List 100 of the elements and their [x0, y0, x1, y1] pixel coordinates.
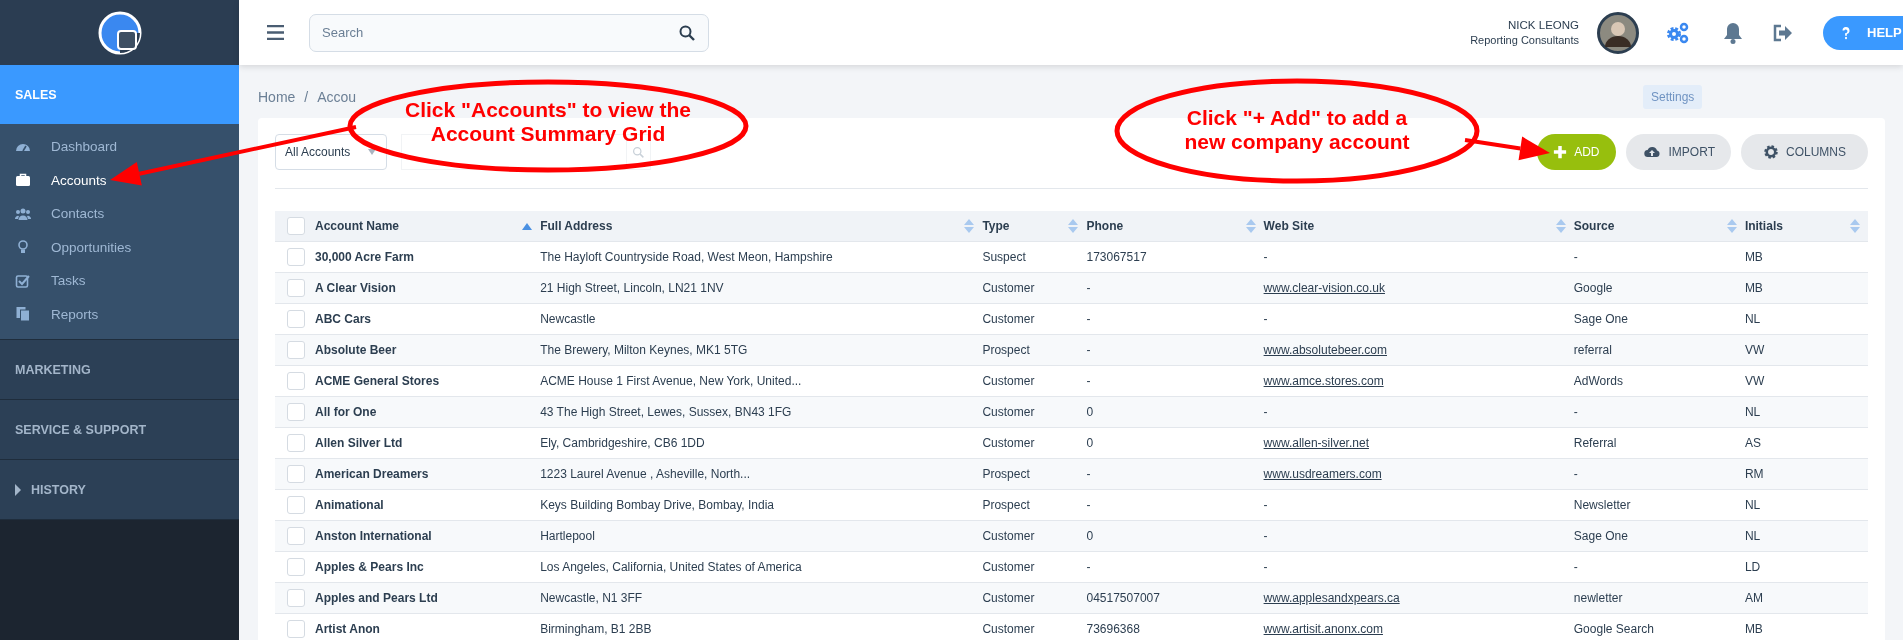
- table-cell: ACME House 1 First Avenue, New York, United...: [540, 374, 802, 388]
- column-header[interactable]: Web Site: [1263, 219, 1315, 233]
- website-link[interactable]: www.amce.stores.com: [1263, 374, 1384, 388]
- table-cell: -: [1573, 250, 1578, 264]
- table-cell: -: [1086, 498, 1091, 512]
- account-name[interactable]: 30,000 Acre Farm: [315, 250, 414, 264]
- table-cell: MB: [1744, 250, 1763, 264]
- table-cell: 73696368: [1086, 622, 1140, 636]
- table-cell: Hartlepool: [540, 529, 595, 543]
- sidebar-item[interactable]: Reports: [51, 306, 99, 322]
- table-cell: Suspect: [982, 250, 1026, 264]
- website-link[interactable]: www.usdreamers.com: [1263, 467, 1382, 481]
- table-cell: Customer: [982, 560, 1035, 574]
- table-cell: Customer: [982, 436, 1035, 450]
- account-name[interactable]: All for One: [315, 405, 377, 419]
- table-cell: 21 High Street, Lincoln, LN21 1NV: [540, 281, 724, 295]
- columns-button[interactable]: COLUMNS: [1741, 134, 1868, 170]
- user-name: NICK LEONG: [1507, 19, 1579, 31]
- table-cell: NL: [1744, 498, 1761, 512]
- table-cell: Google Search: [1573, 622, 1654, 636]
- table-cell: -: [1263, 498, 1268, 512]
- table-cell: Birmingham, B1 2BB: [540, 622, 652, 636]
- table-cell: 04517507007: [1086, 591, 1160, 605]
- table-cell: -: [1086, 560, 1091, 574]
- table-cell: -: [1263, 250, 1268, 264]
- breadcrumb-separator: /: [304, 89, 309, 105]
- table-cell: -: [1086, 343, 1091, 357]
- table-cell: NL: [1744, 529, 1761, 543]
- table-cell: Newsletter: [1573, 498, 1631, 512]
- table-cell: 0: [1086, 405, 1094, 419]
- table-cell: Newcastle: [540, 312, 596, 326]
- table-cell: newletter: [1573, 591, 1623, 605]
- account-name[interactable]: A Clear Vision: [315, 281, 396, 295]
- website-link[interactable]: www.artisit.anonx.com: [1263, 622, 1383, 636]
- table-cell: -: [1086, 281, 1091, 295]
- table-cell: VW: [1744, 374, 1765, 388]
- website-link[interactable]: www.clear-vision.co.uk: [1263, 281, 1385, 295]
- table-cell: The Brewery, Milton Keynes, MK1 5TG: [540, 343, 748, 357]
- account-name[interactable]: ACME General Stores: [315, 374, 440, 388]
- breadcrumb-link[interactable]: Home: [258, 89, 296, 105]
- table-cell: -: [1086, 467, 1091, 481]
- table-cell: -: [1573, 405, 1578, 419]
- table-cell: Los Angeles, California, United States of America: [540, 560, 802, 574]
- callout-text: Click "Accounts" to view the Account Summary Grid: [405, 98, 691, 145]
- sidebar-item[interactable]: Opportunities: [51, 239, 132, 255]
- table-cell: 0: [1086, 436, 1094, 450]
- table-cell: Keys Building Bombay Drive, Bombay, India: [540, 498, 775, 512]
- sidebar-section[interactable]: MARKETING: [0, 340, 239, 399]
- table-cell: Prospect: [982, 467, 1030, 481]
- callout-text: Click "+ Add" to add a new company account: [1184, 106, 1410, 153]
- table-cell: 0: [1086, 529, 1094, 543]
- sidebar-section[interactable]: HISTORY: [0, 460, 239, 519]
- table-cell: LD: [1744, 560, 1761, 574]
- table-cell: VW: [1744, 343, 1765, 357]
- column-header[interactable]: Source: [1573, 219, 1615, 233]
- column-header[interactable]: Account Name: [315, 219, 400, 233]
- website-link[interactable]: www.allen-silver.net: [1263, 436, 1369, 450]
- table-cell: -: [1263, 312, 1268, 326]
- account-name[interactable]: Absolute Beer: [315, 343, 397, 357]
- sidebar-item[interactable]: Dashboard: [51, 139, 118, 155]
- filter-dropdown[interactable]: All Accounts: [275, 134, 387, 170]
- table-cell: -: [1263, 529, 1268, 543]
- table-cell: -: [1086, 312, 1091, 326]
- table-cell: referral: [1573, 343, 1612, 357]
- sidebar-section[interactable]: SERVICE & SUPPORT: [0, 400, 239, 459]
- search-field[interactable]: Search: [309, 13, 709, 52]
- table-cell: -: [1573, 560, 1578, 574]
- table-cell: -: [1086, 374, 1091, 388]
- table-cell: 173067517: [1086, 250, 1147, 264]
- table-cell: -: [1573, 467, 1578, 481]
- table-cell: NL: [1744, 405, 1761, 419]
- table-cell: AdWords: [1573, 374, 1623, 388]
- table-cell: -: [1263, 405, 1268, 419]
- website-link[interactable]: www.absolutebeer.com: [1263, 343, 1387, 357]
- table-cell: MB: [1744, 281, 1763, 295]
- table-cell: Customer: [982, 374, 1035, 388]
- account-name[interactable]: Apples & Pears Inc: [315, 560, 424, 574]
- table-cell: MB: [1744, 622, 1763, 636]
- column-header[interactable]: Type: [982, 219, 1010, 233]
- column-header[interactable]: Initials: [1744, 219, 1783, 233]
- column-header[interactable]: Full Address: [540, 219, 613, 233]
- sidebar-item[interactable]: Accounts: [51, 172, 107, 188]
- sidebar-item[interactable]: Contacts: [51, 206, 105, 222]
- table-cell: Customer: [982, 281, 1035, 295]
- table-cell: Customer: [982, 591, 1035, 605]
- account-name[interactable]: Animational: [315, 498, 384, 512]
- import-button[interactable]: IMPORT: [1625, 134, 1731, 170]
- website-link[interactable]: www.applesandxpears.ca: [1263, 591, 1400, 605]
- table-cell: -: [1263, 560, 1268, 574]
- table-cell: Ely, Cambridgeshire, CB6 1DD: [540, 436, 705, 450]
- account-name[interactable]: Allen Silver Ltd: [315, 436, 403, 450]
- account-name[interactable]: ABC Cars: [315, 312, 372, 326]
- table-cell: Customer: [982, 405, 1035, 419]
- breadcrumb-current: Accou: [317, 89, 357, 105]
- sidebar-item[interactable]: Tasks: [51, 273, 86, 289]
- table-cell: Customer: [982, 529, 1035, 543]
- table-cell: The Hayloft Countryside Road, West Meon, Hampshire: [540, 250, 833, 264]
- account-name[interactable]: Artist Anon: [315, 622, 380, 636]
- column-header[interactable]: Phone: [1086, 219, 1124, 233]
- table-cell: AS: [1744, 436, 1761, 450]
